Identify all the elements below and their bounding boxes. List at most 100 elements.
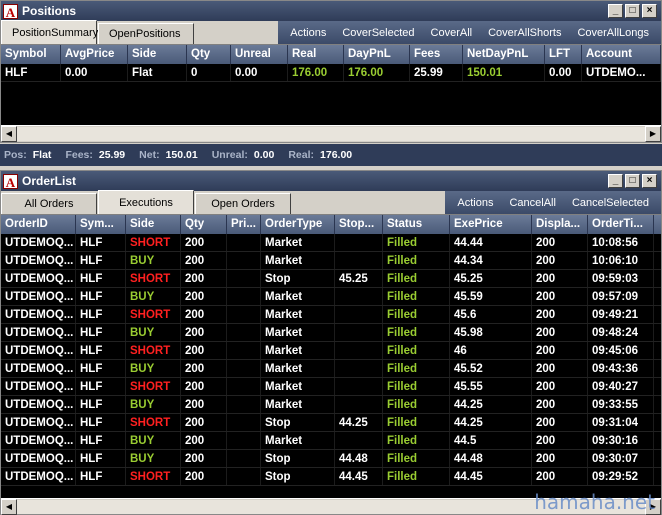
col-header-unreal[interactable]: Unreal <box>231 45 288 64</box>
col-header-qty[interactable]: Qty <box>181 215 227 234</box>
close-icon[interactable]: × <box>642 4 657 18</box>
cell-exeprice: 45.59 <box>450 288 532 305</box>
unreal-value: 0.00 <box>253 149 275 161</box>
table-row[interactable]: UTDEMOQ... HLF BUY 200 Market Filled 44.5 200 09… <box>1 432 661 450</box>
tab-executions[interactable]: Executions <box>98 190 194 214</box>
cell-orderid: UTDEMOQ... <box>1 396 76 413</box>
table-row[interactable]: UTDEMOQ... HLF SHORT 200 Market Filled 44.44 20… <box>1 234 661 252</box>
orderlist-actions-menu[interactable]: Actions <box>449 197 501 209</box>
cancel-all-button[interactable]: CancelAll <box>501 197 563 209</box>
col-header-side[interactable]: Side <box>128 45 187 64</box>
col-header-stop[interactable]: Stop... <box>335 215 383 234</box>
tab-position-summary[interactable]: PositionSummary <box>1 20 98 44</box>
cell-symbol: HLF <box>76 324 126 341</box>
col-header-symbol[interactable]: Symbol <box>1 45 61 64</box>
tab-all-orders[interactable]: All Orders <box>1 193 97 214</box>
close-icon[interactable]: × <box>642 174 657 188</box>
cell-orderid: UTDEMOQ... <box>1 234 76 251</box>
col-header-status[interactable]: Status <box>383 215 450 234</box>
cell-stop: 45.25 <box>335 270 383 287</box>
col-header-account[interactable]: Account <box>582 45 661 64</box>
cell-ordertype: Market <box>261 396 335 413</box>
cell-real: 176.00 <box>288 64 344 81</box>
col-header-lft[interactable]: LFT <box>545 45 582 64</box>
cell-ordertype: Market <box>261 432 335 449</box>
cell-display: 200 <box>532 450 588 467</box>
table-row[interactable]: UTDEMOQ... HLF SHORT 200 Stop 44.45 Filled 44.4… <box>1 468 661 486</box>
table-row[interactable]: UTDEMOQ... HLF SHORT 200 Stop 45.25 Filled 45.2… <box>1 270 661 288</box>
col-header-price[interactable]: Pri... <box>227 215 261 234</box>
cell-symbol: HLF <box>76 252 126 269</box>
table-row[interactable]: UTDEMOQ... HLF BUY 200 Market Filled 45.52 200 0… <box>1 360 661 378</box>
tab-open-orders[interactable]: Open Orders <box>195 193 291 214</box>
cell-display: 200 <box>532 432 588 449</box>
table-row[interactable]: UTDEMOQ... HLF BUY 200 Market Filled 45.98 200 0… <box>1 324 661 342</box>
scroll-track[interactable] <box>17 126 645 141</box>
cell-fees: 25.99 <box>410 64 463 81</box>
maximize-icon[interactable]: □ <box>625 174 640 188</box>
table-row[interactable]: UTDEMOQ... HLF BUY 200 Stop 44.48 Filled 44.48 2… <box>1 450 661 468</box>
cell-exeprice: 44.25 <box>450 396 532 413</box>
cell-price <box>227 414 261 431</box>
positions-titlebar[interactable]: A Positions _ □ × <box>1 1 661 21</box>
table-row[interactable]: UTDEMOQ... HLF SHORT 200 Market Filled 45.55 20… <box>1 378 661 396</box>
scroll-left-icon[interactable]: ◀ <box>1 125 17 142</box>
minimize-icon[interactable]: _ <box>608 4 623 18</box>
cell-orderid: UTDEMOQ... <box>1 450 76 467</box>
cell-side: SHORT <box>126 306 181 323</box>
col-header-orderid[interactable]: OrderID <box>1 215 76 234</box>
col-header-avgprice[interactable]: AvgPrice <box>61 45 128 64</box>
col-header-ordertime[interactable]: OrderTi... <box>588 215 654 234</box>
col-header-exeprice[interactable]: ExePrice <box>450 215 532 234</box>
positions-hscrollbar[interactable]: ◀ ▶ <box>1 125 661 142</box>
table-row[interactable]: HLF 0.00 Flat 0 0.00 176.00 176.00 25.99… <box>1 64 661 82</box>
minimize-icon[interactable]: _ <box>608 174 623 188</box>
table-row[interactable]: UTDEMOQ... HLF SHORT 200 Stop 44.25 Filled 44.2… <box>1 414 661 432</box>
cover-all-shorts-button[interactable]: CoverAllShorts <box>480 27 569 39</box>
col-header-symbol[interactable]: Sym... <box>76 215 126 234</box>
positions-header: Symbol AvgPrice Side Qty Unreal Real Day… <box>1 45 661 64</box>
cell-orderid: UTDEMOQ... <box>1 342 76 359</box>
cover-selected-button[interactable]: CoverSelected <box>334 27 422 39</box>
cell-qty: 200 <box>181 432 227 449</box>
col-header-display[interactable]: Displa... <box>532 215 588 234</box>
col-header-fees[interactable]: Fees <box>410 45 463 64</box>
cell-status: Filled <box>383 342 450 359</box>
cell-ordertime: 09:45:06 <box>588 342 654 359</box>
maximize-icon[interactable]: □ <box>625 4 640 18</box>
table-row[interactable]: UTDEMOQ... HLF SHORT 200 Market Filled 45.6 200… <box>1 306 661 324</box>
col-header-real[interactable]: Real <box>288 45 344 64</box>
table-row[interactable]: UTDEMOQ... HLF BUY 200 Market Filled 44.34 200 1… <box>1 252 661 270</box>
cell-exeprice: 44.44 <box>450 234 532 251</box>
positions-actions-menu[interactable]: Actions <box>282 27 334 39</box>
positions-tabbar: PositionSummary OpenPositions Actions Co… <box>1 20 661 45</box>
cell-display: 200 <box>532 342 588 359</box>
col-header-daypnl[interactable]: DayPnL <box>344 45 410 64</box>
col-header-side[interactable]: Side <box>126 215 181 234</box>
table-row[interactable]: UTDEMOQ... HLF BUY 200 Market Filled 45.59 200 0… <box>1 288 661 306</box>
cell-symbol: HLF <box>76 378 126 395</box>
scroll-left-icon[interactable]: ◀ <box>1 498 17 515</box>
cell-exeprice: 44.45 <box>450 468 532 485</box>
col-header-netdaypnl[interactable]: NetDayPnL <box>463 45 545 64</box>
table-row[interactable]: UTDEMOQ... HLF BUY 200 Market Filled 44.25 200 0… <box>1 396 661 414</box>
tab-open-positions[interactable]: OpenPositions <box>98 23 194 44</box>
cell-ordertype: Market <box>261 360 335 377</box>
scroll-right-icon[interactable]: ▶ <box>645 125 661 142</box>
orderlist-actionbar: Actions CancelAll CancelSelected <box>445 191 661 214</box>
cell-ordertype: Market <box>261 306 335 323</box>
cell-symbol: HLF <box>1 64 61 81</box>
col-header-ordertype[interactable]: OrderType <box>261 215 335 234</box>
orderlist-titlebar[interactable]: A OrderList _ □ × <box>1 171 661 191</box>
positions-window: A Positions _ □ × PositionSummary OpenPo… <box>0 0 662 143</box>
cover-all-longs-button[interactable]: CoverAllLongs <box>569 27 657 39</box>
col-header-qty[interactable]: Qty <box>187 45 231 64</box>
cell-symbol: HLF <box>76 450 126 467</box>
cell-display: 200 <box>532 306 588 323</box>
cell-stop <box>335 306 383 323</box>
cancel-selected-button[interactable]: CancelSelected <box>564 197 657 209</box>
table-row[interactable]: UTDEMOQ... HLF SHORT 200 Market Filled 46 200 09… <box>1 342 661 360</box>
cover-all-button[interactable]: CoverAll <box>423 27 481 39</box>
cell-exeprice: 44.48 <box>450 450 532 467</box>
cell-side: BUY <box>126 360 181 377</box>
